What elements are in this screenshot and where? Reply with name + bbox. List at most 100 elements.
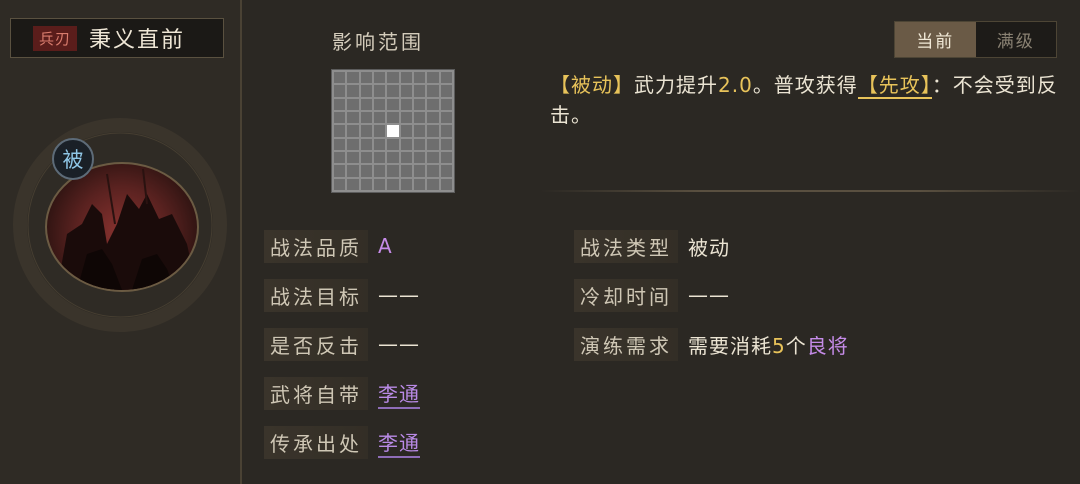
grid-cell — [373, 98, 386, 110]
grid-cell — [387, 111, 399, 124]
grid-cell — [427, 165, 439, 177]
grid-cell — [387, 72, 399, 84]
grid-cell — [347, 72, 359, 84]
grid-cell — [440, 98, 452, 110]
attr-label: 是否反击 — [264, 327, 368, 361]
toggle-current[interactable]: 当前 — [895, 22, 976, 57]
grid-cell — [347, 151, 359, 164]
desc-keyword-link[interactable]: 【先攻】 — [857, 73, 932, 99]
skill-description: 【被动】武力提升2.0。普攻获得【先攻】：不会受到反击。 — [550, 70, 1070, 130]
grid-cell — [440, 151, 452, 164]
grid-cell — [387, 85, 399, 97]
range-label: 影响范围 — [332, 30, 424, 54]
attr-label: 战法品质 — [264, 229, 368, 263]
grid-cell — [413, 72, 426, 84]
grid-cell — [440, 165, 452, 177]
grid-cell — [413, 165, 426, 177]
attr-label: 传承出处 — [264, 425, 368, 459]
grid-cell — [427, 151, 439, 164]
grid-cell — [413, 151, 426, 164]
grid-cell — [427, 138, 439, 150]
grid-cell — [387, 98, 399, 110]
grid-cell — [400, 125, 412, 137]
attr-label: 武将自带 — [264, 376, 368, 410]
skill-portrait — [45, 162, 199, 292]
grid-cell — [427, 98, 439, 110]
grid-cell — [440, 125, 452, 137]
grid-cell — [400, 138, 412, 150]
grid-cell — [347, 98, 359, 110]
grid-cell — [373, 165, 386, 177]
grid-cell — [347, 85, 359, 97]
attr-owner: 武将自带 李通 — [264, 376, 420, 410]
grid-cell — [334, 138, 346, 150]
grid-cell — [347, 138, 359, 150]
attr-value: A — [378, 234, 393, 258]
grid-cell — [400, 111, 412, 124]
attr-counter: 是否反击 —— — [264, 327, 420, 361]
cavalry-image — [57, 168, 197, 290]
grid-cell — [400, 151, 412, 164]
train-prefix: 需要消耗 — [688, 333, 772, 358]
owner-general-link[interactable]: 李通 — [378, 378, 420, 409]
grid-cell — [400, 72, 412, 84]
grid-cell — [373, 72, 386, 84]
grid-cell — [360, 138, 372, 150]
grid-cell — [334, 125, 346, 137]
grid-cell — [387, 151, 399, 164]
grid-cell — [347, 125, 359, 137]
grid-cell — [334, 98, 346, 110]
train-item: 良将 — [806, 333, 849, 358]
grid-cell — [334, 111, 346, 124]
grid-cell — [360, 151, 372, 164]
train-unit: 个 — [785, 333, 807, 358]
grid-cell — [387, 165, 399, 177]
grid-cell — [413, 138, 426, 150]
grid-cell — [360, 72, 372, 84]
grid-cell — [400, 85, 412, 97]
grid-cell — [427, 111, 439, 124]
attr-label: 冷却时间 — [574, 278, 678, 312]
grid-cell — [347, 111, 359, 124]
grid-cell — [347, 165, 359, 177]
grid-cell — [427, 72, 439, 84]
grid-cell — [400, 178, 412, 190]
grid-cell — [400, 165, 412, 177]
attr-inherit: 传承出处 李通 — [264, 425, 420, 459]
train-count: 5 — [772, 333, 786, 358]
range-grid — [331, 69, 455, 193]
grid-cell — [334, 151, 346, 164]
left-panel: 兵刃 秉义直前 被 — [0, 0, 242, 484]
attr-label: 演练需求 — [574, 327, 678, 361]
grid-cell — [440, 85, 452, 97]
grid-cell-self — [387, 125, 399, 137]
grid-cell — [413, 98, 426, 110]
attr-quality: 战法品质 A — [264, 229, 393, 263]
passive-badge: 被 — [52, 138, 94, 180]
grid-cell — [440, 111, 452, 124]
grid-cell — [373, 125, 386, 137]
attr-training: 演练需求 需要消耗5个良将 — [574, 327, 849, 361]
skill-title-box: 兵刃 秉义直前 — [10, 18, 224, 58]
grid-cell — [387, 178, 399, 190]
grid-cell — [373, 111, 386, 124]
desc-value: 2.0 — [718, 73, 753, 97]
attr-cooldown: 冷却时间 —— — [574, 278, 730, 312]
inherit-general-link[interactable]: 李通 — [378, 427, 420, 458]
grid-cell — [360, 165, 372, 177]
grid-cell — [373, 85, 386, 97]
grid-cell — [334, 165, 346, 177]
attr-value: 需要消耗5个良将 — [688, 330, 849, 359]
level-toggle: 当前 满级 — [894, 21, 1057, 58]
grid-cell — [413, 85, 426, 97]
toggle-max-level[interactable]: 满级 — [976, 22, 1057, 57]
skill-name: 秉义直前 — [89, 28, 186, 53]
damage-type-tag: 兵刃 — [33, 25, 78, 51]
grid-cell — [387, 138, 399, 150]
desc-text-2: 。普攻获得 — [752, 73, 858, 97]
grid-cell — [373, 178, 386, 190]
attr-label: 战法类型 — [574, 229, 678, 263]
attr-value: 被动 — [688, 235, 730, 260]
desc-text-1: 武力提升 — [634, 73, 718, 97]
grid-cell — [334, 178, 346, 190]
